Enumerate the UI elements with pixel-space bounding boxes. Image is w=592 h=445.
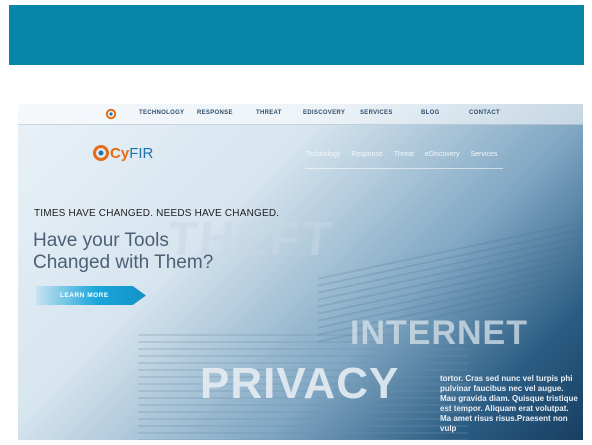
learn-more-button[interactable]: LEARN MORE [36,286,146,305]
logo-icon [93,145,109,161]
site-logo[interactable]: CyFIR [92,144,162,162]
logo-text-suffix: FIR [129,145,154,162]
learn-more-label: LEARN MORE [60,292,109,299]
hero-title-line-2: Changed with Them? [33,252,214,273]
logo-text: CyFIR [110,145,153,162]
background-word-internet: INTERNET [350,314,528,352]
top-color-band [9,5,584,65]
top-navigation-bar: TECHNOLOGY RESPONSE THREAT EDISCOVERY SE… [18,104,583,125]
logo-text-prefix: Cy [110,145,130,162]
website-screenshot: THEFT INTERNET PRIVACY tortor. Cras sed … [18,104,583,440]
background-word-privacy: PRIVACY [200,359,400,408]
topnav-blog[interactable]: BLOG [421,110,440,116]
topnav-ediscovery[interactable]: EDISCOVERY [303,110,345,116]
hero-title-line-1: Have your Tools [33,230,169,251]
mainnav-technology[interactable]: Technology [305,151,340,158]
main-navigation: Technology Response Threat eDiscovery Se… [305,151,506,158]
topnav-threat[interactable]: THREAT [256,110,282,116]
topnav-technology[interactable]: TECHNOLOGY [139,110,184,116]
topnav-contact[interactable]: CONTACT [469,110,500,116]
background-lorem-text: tortor. Cras sed nunc vel turpis phi pul… [440,374,578,433]
mainnav-response[interactable]: Response [351,151,383,158]
main-navigation-divider [305,168,503,169]
mainnav-threat[interactable]: Threat [394,151,414,158]
hero-headline: TIMES HAVE CHANGED. NEEDS HAVE CHANGED. [34,208,280,219]
topnav-response[interactable]: RESPONSE [197,110,233,116]
logo-mini-icon[interactable] [105,108,117,120]
mainnav-services[interactable]: Services [471,151,498,158]
mainnav-ediscovery[interactable]: eDiscovery [425,151,460,158]
topnav-services[interactable]: SERVICES [360,110,393,116]
